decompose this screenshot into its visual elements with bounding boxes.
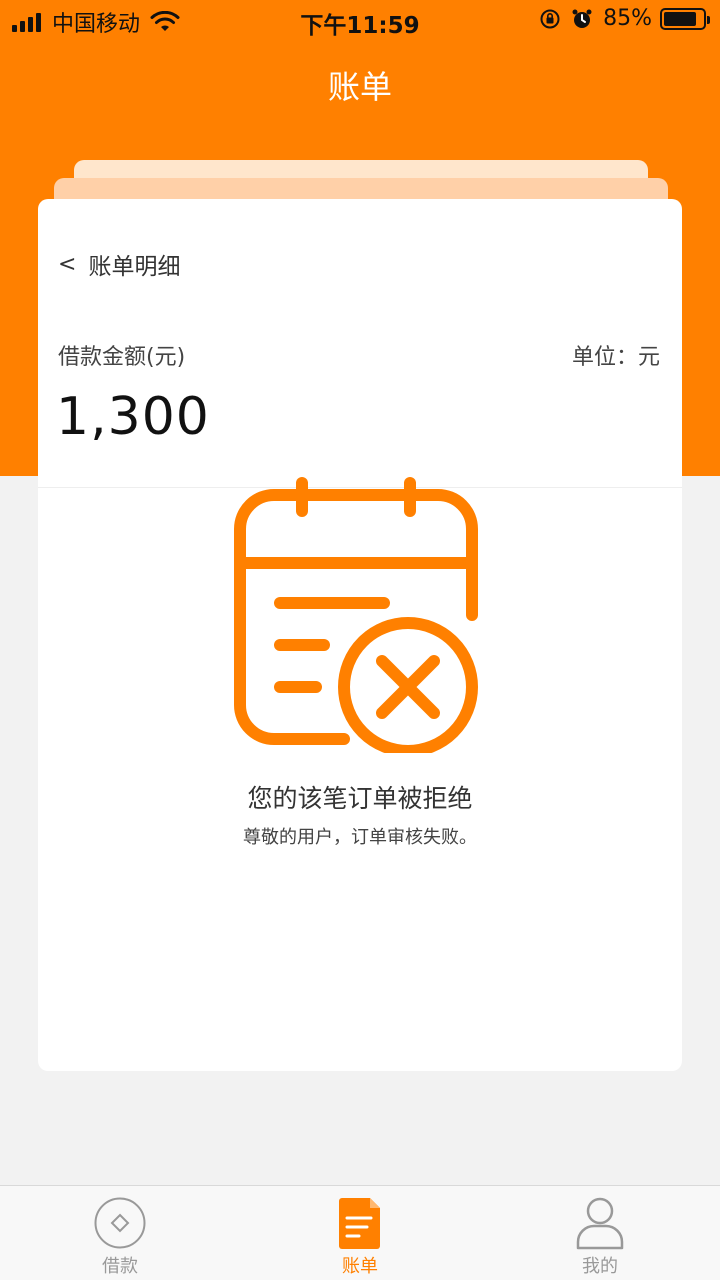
order-rejected-icon — [234, 477, 478, 753]
battery-icon — [660, 7, 710, 30]
reject-subtitle: 尊敬的用户，订单审核失败。 — [243, 827, 477, 848]
loan-icon — [93, 1196, 147, 1250]
bill-detail-card: < 账单明细 借款金额(元) 单位：元 1,300 您的该笔订单被拒绝 尊敬的用… — [38, 199, 682, 1071]
status-right: 85% — [539, 6, 710, 31]
page-title: 账单 — [327, 68, 392, 106]
tab-bill-label: 账单 — [342, 1256, 378, 1277]
tab-bill[interactable]: 账单 — [240, 1186, 480, 1280]
app-screen: 中国移动 下午11:59 85% 账单 < 账单明细 借款金额(元) 单位：元 … — [0, 0, 720, 1280]
tab-loan-label: 借款 — [102, 1256, 138, 1277]
bill-detail-label: 账单明细 — [88, 254, 181, 280]
status-bar: 中国移动 下午11:59 85% — [0, 0, 720, 40]
tab-mine-label: 我的 — [582, 1256, 618, 1277]
reject-title: 您的该笔订单被拒绝 — [247, 784, 473, 813]
tab-bar: 借款 账单 我的 — [0, 1185, 720, 1280]
chevron-left-icon: < — [58, 251, 77, 277]
tab-loan[interactable]: 借款 — [0, 1186, 240, 1280]
bill-icon — [338, 1196, 382, 1250]
loan-amount-value: 1,300 — [56, 387, 210, 447]
alarm-icon — [572, 9, 592, 28]
bill-detail-back-button[interactable]: < 账单明细 — [58, 247, 180, 281]
rotation-lock-icon — [540, 9, 560, 28]
user-icon — [575, 1196, 625, 1250]
unit-label: 单位：元 — [571, 345, 660, 370]
loan-amount-label: 借款金额(元) — [58, 345, 186, 370]
battery-percent: 85% — [603, 6, 652, 31]
tab-mine[interactable]: 我的 — [480, 1186, 720, 1280]
